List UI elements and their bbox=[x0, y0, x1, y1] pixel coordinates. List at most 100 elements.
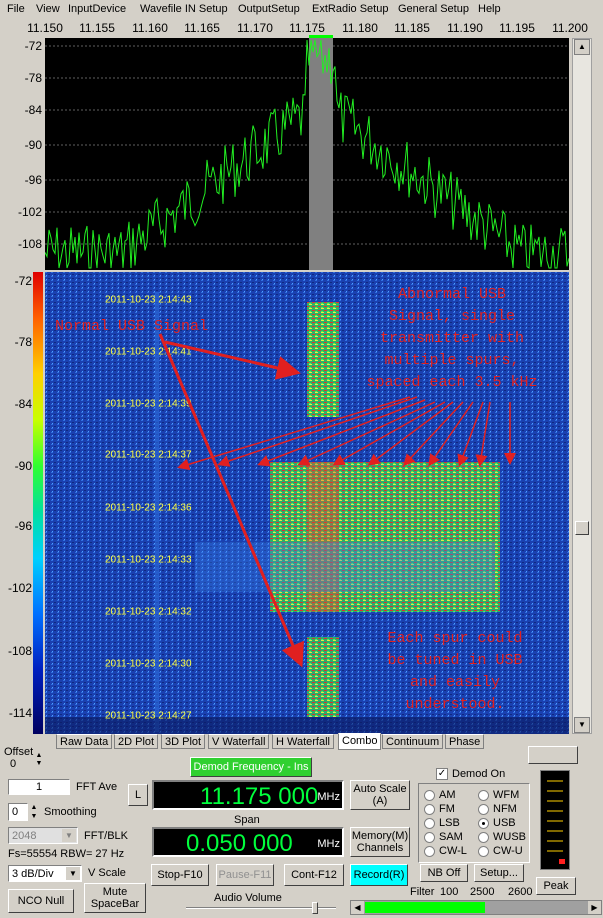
menu-wavefile-in-setup[interactable]: Wavefile IN Setup bbox=[140, 3, 228, 15]
annotation-line: spaced each 3.5 kHz bbox=[366, 374, 538, 391]
annotation-line: be tuned in USB bbox=[387, 652, 523, 669]
auto-scale-button[interactable]: Auto Scale (A) bbox=[350, 780, 410, 810]
tab-raw-data[interactable]: Raw Data bbox=[56, 734, 113, 749]
annotation-line: and easily bbox=[409, 674, 500, 691]
filter-scrollbar[interactable]: ◀ ▶ bbox=[350, 900, 602, 915]
meter-scale bbox=[547, 780, 565, 864]
tab-h-waterfall[interactable]: H Waterfall bbox=[272, 734, 334, 749]
radio-dot-selected bbox=[478, 817, 489, 829]
fft-ave-input[interactable]: 1 bbox=[8, 779, 70, 795]
demod-frequency-button[interactable]: Demod Frequency - Ins bbox=[190, 757, 312, 777]
l-button[interactable]: L bbox=[128, 784, 148, 806]
mute-label: Mute bbox=[102, 886, 128, 898]
freq-tick: 11.190 bbox=[447, 21, 483, 35]
mode-radio-am[interactable]: AM bbox=[424, 789, 456, 801]
continue-button[interactable]: Cont-F12 bbox=[284, 864, 344, 886]
nco-null-button[interactable]: NCO Null bbox=[8, 889, 74, 913]
scroll-left-arrow-icon[interactable]: ◀ bbox=[351, 901, 364, 914]
waterfall-display[interactable]: 2011-10-23 2:14:43 2011-10-23 2:14:41 20… bbox=[45, 272, 569, 734]
memory-channels-button[interactable]: Memory(M) Channels bbox=[350, 827, 410, 857]
tab-combo[interactable]: Combo bbox=[338, 733, 382, 750]
spectrum-trace bbox=[45, 39, 569, 269]
mode-label: USB bbox=[493, 817, 516, 829]
fft-blk-label: FFT/BLK bbox=[84, 830, 129, 842]
audio-volume-thumb[interactable] bbox=[312, 902, 318, 914]
mode-radio-sam[interactable]: SAM bbox=[424, 831, 463, 843]
spectrum-db-label: -108 bbox=[17, 237, 42, 251]
vscale-select[interactable]: 3 dB/Div ▼ bbox=[8, 865, 82, 882]
filter-high-value: 2500 bbox=[470, 886, 495, 898]
mode-radio-lsb[interactable]: LSB bbox=[424, 817, 460, 829]
nco-null-label: NCO Null bbox=[17, 895, 65, 907]
scrollbar-thumb[interactable] bbox=[575, 521, 589, 535]
stop-label: Stop-F10 bbox=[157, 869, 203, 881]
setup-button[interactable]: Setup... bbox=[474, 864, 524, 882]
tab-3d-plot[interactable]: 3D Plot bbox=[161, 734, 206, 749]
span-display[interactable]: 0.050 000 MHz bbox=[152, 827, 344, 857]
filter-passband-bar[interactable] bbox=[365, 902, 485, 913]
annotation-line: Abnormal USB bbox=[397, 286, 507, 303]
peak-button[interactable]: Peak bbox=[536, 877, 576, 895]
l-label: L bbox=[134, 789, 142, 801]
mode-radio-cw-l[interactable]: CW-L bbox=[424, 845, 467, 857]
mute-label: SpaceBar bbox=[90, 898, 140, 910]
smoothing-value: 0 bbox=[12, 806, 19, 818]
menu-extradio-setup[interactable]: ExtRadio Setup bbox=[312, 3, 388, 15]
record-button[interactable]: Record(R) bbox=[350, 864, 408, 886]
mode-radio-cw-u[interactable]: CW-U bbox=[478, 845, 523, 857]
spectrum-db-label: -102 bbox=[17, 205, 42, 219]
dropdown-arrow-icon[interactable]: ▼ bbox=[62, 829, 76, 842]
auto-scale-label: Auto Scale bbox=[353, 783, 407, 795]
freq-tick: 11.185 bbox=[394, 21, 430, 35]
top-right-button[interactable] bbox=[528, 746, 578, 764]
menu-help[interactable]: Help bbox=[478, 3, 501, 15]
menu-file[interactable]: File bbox=[7, 3, 25, 15]
scroll-down-arrow-icon[interactable]: ▼ bbox=[574, 717, 590, 733]
menu-view[interactable]: View bbox=[36, 3, 60, 15]
radio-dot bbox=[424, 817, 435, 829]
scroll-right-arrow-icon[interactable]: ▶ bbox=[588, 901, 601, 914]
mode-radio-fm[interactable]: FM bbox=[424, 803, 455, 815]
mode-radio-usb[interactable]: USB bbox=[478, 817, 516, 829]
offset-spinner-icon[interactable]: ▲ ▼ bbox=[34, 752, 44, 770]
vertical-scrollbar[interactable]: ▲ ▼ bbox=[572, 38, 592, 734]
spectrum-plot[interactable] bbox=[45, 38, 569, 270]
mode-label: AM bbox=[439, 789, 456, 801]
menu-general-setup[interactable]: General Setup bbox=[398, 3, 469, 15]
smoothing-spinner-icon[interactable]: ▲ ▼ bbox=[29, 803, 39, 821]
nb-off-label: NB Off bbox=[427, 867, 461, 879]
radio-dot bbox=[478, 845, 489, 857]
fft-blk-select[interactable]: 2048 ▼ bbox=[8, 827, 78, 844]
demod-on-checkbox[interactable]: ✓ bbox=[436, 768, 448, 780]
mode-radio-wfm[interactable]: WFM bbox=[478, 789, 519, 801]
mode-radio-nfm[interactable]: NFM bbox=[478, 803, 517, 815]
fft-blk-value: 2048 bbox=[12, 829, 37, 842]
smoothing-input[interactable]: 0 bbox=[8, 803, 28, 821]
filter-label: Filter bbox=[410, 886, 435, 898]
filter-low-value: 100 bbox=[440, 886, 459, 898]
waterfall-db-label: -72 bbox=[14, 274, 32, 288]
mode-radio-wusb[interactable]: WUSB bbox=[478, 831, 526, 843]
mode-label: CW-U bbox=[493, 845, 523, 857]
color-scale-bar bbox=[33, 272, 43, 734]
menu-output-setup[interactable]: OutputSetup bbox=[238, 3, 300, 15]
vscale-label: V Scale bbox=[88, 867, 126, 879]
menu-input-device[interactable]: InputDevice bbox=[68, 3, 126, 15]
mute-button[interactable]: Mute SpaceBar bbox=[84, 883, 146, 913]
scroll-up-arrow-icon[interactable]: ▲ bbox=[574, 39, 590, 55]
tab-phase[interactable]: Phase bbox=[445, 734, 485, 749]
tab-continuum[interactable]: Continuum bbox=[382, 734, 444, 749]
waterfall-db-label: -102 bbox=[7, 581, 32, 595]
stop-button[interactable]: Stop-F10 bbox=[151, 864, 209, 886]
annotation-abnormal-signal: Abnormal USB Signal, single transmitter … bbox=[335, 284, 569, 394]
mode-label: SAM bbox=[439, 831, 463, 843]
nb-off-button[interactable]: NB Off bbox=[420, 864, 468, 882]
radio-dot bbox=[424, 831, 435, 843]
annotation-spur-tuning: Each spur could be tuned in USB and easi… bbox=[345, 628, 565, 716]
annotation-normal-signal: Normal USB Signal bbox=[55, 318, 209, 335]
dropdown-arrow-icon[interactable]: ▼ bbox=[66, 867, 80, 880]
frequency-display[interactable]: 11.175 000 MHz bbox=[152, 780, 344, 810]
tab-v-waterfall[interactable]: V Waterfall bbox=[208, 734, 270, 749]
pause-button[interactable]: Pause-F11 bbox=[216, 864, 274, 886]
tab-2d-plot[interactable]: 2D Plot bbox=[114, 734, 159, 749]
